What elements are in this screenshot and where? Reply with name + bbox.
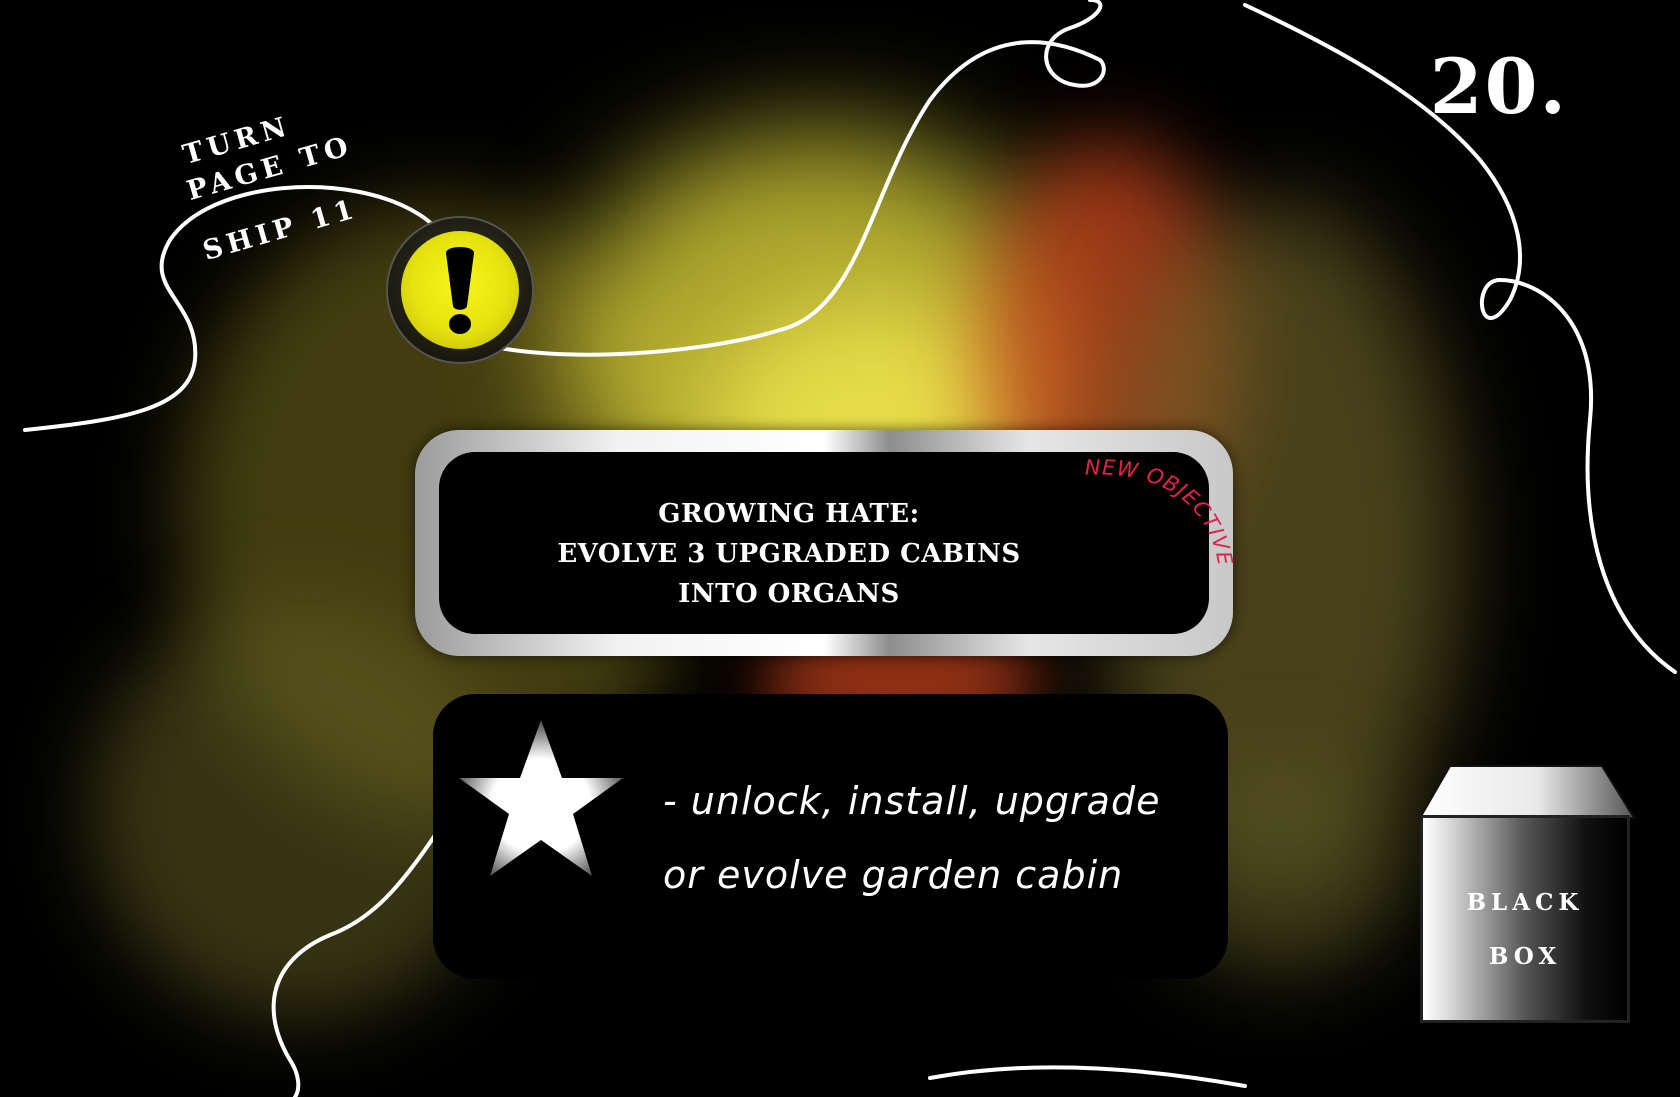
exclamation-mark-glyph	[446, 247, 474, 334]
reward-line: - unlock, install, upgrade	[663, 779, 1161, 823]
page-number: 20.	[1429, 42, 1568, 131]
objective-title: GROWING HATE:	[658, 499, 920, 529]
new-objective-label: NEW OBJECTIVE	[1084, 455, 1236, 568]
reward-panel[interactable]: - unlock, install, upgrade or evolve gar…	[433, 694, 1228, 979]
objective-line: EVOLVE 3 UPGRADED CABINS	[557, 539, 1021, 569]
black-box-front: BLACK BOX	[1420, 815, 1630, 1023]
objective-panel[interactable]: GROWING HATE: EVOLVE 3 UPGRADED CABINS I…	[415, 430, 1236, 656]
exclamation-icon-face	[401, 231, 519, 349]
exclamation-icon[interactable]	[388, 218, 532, 362]
black-box-lid	[1418, 765, 1636, 819]
black-box-line2: BOX	[1488, 943, 1562, 970]
new-objective-badge: NEW OBJECTIVE	[1084, 455, 1237, 568]
reward-text: - unlock, install, upgrade or evolve gar…	[663, 764, 1160, 912]
svg-text:NEW OBJECTIVE: NEW OBJECTIVE	[1084, 455, 1237, 568]
black-box-label: BLACK BOX	[1423, 876, 1627, 984]
reward-line: or evolve garden cabin	[663, 853, 1124, 897]
objective-line: INTO ORGANS	[678, 579, 900, 609]
game-card: 20. TURN PAGE TO SHIP 11 GROWING HATE: E…	[0, 0, 1680, 1097]
objective-text: GROWING HATE: EVOLVE 3 UPGRADED CABINS I…	[439, 494, 1139, 614]
star-icon	[459, 720, 623, 876]
black-box-line1: BLACK	[1466, 889, 1584, 916]
